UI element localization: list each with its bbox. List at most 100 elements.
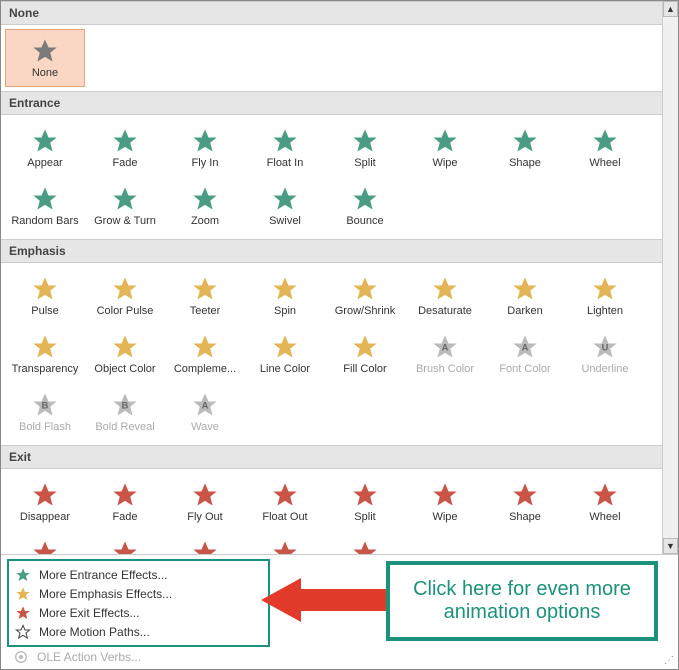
- anim-none-none[interactable]: None: [5, 29, 85, 87]
- anim-label: Transparency: [12, 363, 79, 375]
- anim-exit-wipe[interactable]: Wipe: [405, 473, 485, 531]
- anim-exit-wheel[interactable]: Wheel: [565, 473, 645, 531]
- star-icon: [271, 185, 299, 213]
- anim-entrance-zoom[interactable]: Zoom: [165, 177, 245, 235]
- scroll-down-button[interactable]: ▼: [663, 538, 678, 554]
- anim-entrance-split[interactable]: Split: [325, 119, 405, 177]
- anim-emphasis-grow-shrink[interactable]: Grow/Shrink: [325, 267, 405, 325]
- anim-exit-disappear[interactable]: Disappear: [5, 473, 85, 531]
- anim-exit-bounce[interactable]: Bounce: [325, 531, 405, 554]
- anim-exit-shrink-turn[interactable]: Shrink & Tu...: [85, 531, 165, 554]
- anim-exit-shape[interactable]: Shape: [485, 473, 565, 531]
- anim-emphasis-teeter[interactable]: Teeter: [165, 267, 245, 325]
- anim-emphasis-bold-flash[interactable]: BBold Flash: [5, 383, 85, 441]
- anim-label: Desaturate: [418, 305, 472, 317]
- anim-emphasis-fill-color[interactable]: Fill Color: [325, 325, 405, 383]
- section-header-entrance: Entrance: [1, 91, 662, 115]
- star-icon: [191, 539, 219, 554]
- anim-entrance-random-bars[interactable]: Random Bars: [5, 177, 85, 235]
- more-emphasis-label: More Emphasis Effects...: [39, 587, 172, 601]
- anim-label: Fade: [112, 157, 137, 169]
- star-icon: [351, 539, 379, 554]
- anim-exit-zoom[interactable]: Zoom: [165, 531, 245, 554]
- star-icon: A: [431, 333, 459, 361]
- anim-exit-random-bars[interactable]: Random Bars: [5, 531, 85, 554]
- anim-entrance-fly-in[interactable]: Fly In: [165, 119, 245, 177]
- anim-label: Compleme...: [174, 363, 236, 375]
- scroll-up-button[interactable]: ▲: [663, 1, 678, 17]
- anim-emphasis-desaturate[interactable]: Desaturate: [405, 267, 485, 325]
- star-icon: [271, 127, 299, 155]
- anim-exit-float-out[interactable]: Float Out: [245, 473, 325, 531]
- more-exit-effects[interactable]: More Exit Effects...: [15, 604, 262, 622]
- anim-emphasis-lighten[interactable]: Lighten: [565, 267, 645, 325]
- anim-label: Bounce: [346, 215, 383, 227]
- svg-text:A: A: [522, 343, 529, 353]
- anim-label: Grow/Shrink: [335, 305, 396, 317]
- anim-emphasis-underline[interactable]: UUnderline: [565, 325, 645, 383]
- star-icon: [351, 275, 379, 303]
- anim-label: Bold Flash: [19, 421, 71, 433]
- more-motion-label: More Motion Paths...: [39, 625, 150, 639]
- star-icon: [591, 127, 619, 155]
- anim-exit-split[interactable]: Split: [325, 473, 405, 531]
- star-icon: [271, 539, 299, 554]
- anim-label: Split: [354, 157, 375, 169]
- star-icon: [31, 333, 59, 361]
- anim-entrance-shape[interactable]: Shape: [485, 119, 565, 177]
- anim-emphasis-color-pulse[interactable]: Color Pulse: [85, 267, 165, 325]
- anim-entrance-appear[interactable]: Appear: [5, 119, 85, 177]
- more-entrance-label: More Entrance Effects...: [39, 568, 168, 582]
- more-entrance-effects[interactable]: More Entrance Effects...: [15, 566, 262, 584]
- star-icon: [191, 127, 219, 155]
- anim-label: Lighten: [587, 305, 623, 317]
- anim-exit-fade[interactable]: Fade: [85, 473, 165, 531]
- anim-label: Fly In: [192, 157, 219, 169]
- more-motion-paths[interactable]: More Motion Paths...: [15, 623, 262, 641]
- anim-emphasis-wave[interactable]: AWave: [165, 383, 245, 441]
- star-icon: [31, 481, 59, 509]
- star-icon: [511, 481, 539, 509]
- star-icon: [111, 275, 139, 303]
- anim-emphasis-brush-color[interactable]: A Brush Color: [405, 325, 485, 383]
- anim-label: Random Bars: [11, 215, 78, 227]
- section-header-none: None: [1, 1, 662, 25]
- star-icon: [431, 127, 459, 155]
- star-icon: [431, 275, 459, 303]
- anim-entrance-wipe[interactable]: Wipe: [405, 119, 485, 177]
- anim-emphasis-font-color[interactable]: AFont Color: [485, 325, 565, 383]
- anim-emphasis-spin[interactable]: Spin: [245, 267, 325, 325]
- anim-emphasis-bold-reveal[interactable]: BBold Reveal: [85, 383, 165, 441]
- anim-exit-fly-out[interactable]: Fly Out: [165, 473, 245, 531]
- anim-entrance-bounce[interactable]: Bounce: [325, 177, 405, 235]
- anim-label: Object Color: [94, 363, 155, 375]
- anim-entrance-wheel[interactable]: Wheel: [565, 119, 645, 177]
- anim-emphasis-object-color[interactable]: Object Color: [85, 325, 165, 383]
- anim-entrance-swivel[interactable]: Swivel: [245, 177, 325, 235]
- anim-entrance-float-in[interactable]: Float In: [245, 119, 325, 177]
- resize-grip-icon[interactable]: ⋰: [664, 655, 676, 667]
- anim-entrance-fade[interactable]: Fade: [85, 119, 165, 177]
- anim-entrance-grow-turn[interactable]: Grow & Turn: [85, 177, 165, 235]
- anim-label: Swivel: [269, 215, 301, 227]
- anim-emphasis-compleme[interactable]: Compleme...: [165, 325, 245, 383]
- star-icon: [191, 333, 219, 361]
- anim-emphasis-transparency[interactable]: Transparency: [5, 325, 85, 383]
- anim-exit-swivel[interactable]: Swivel: [245, 531, 325, 554]
- star-icon: [511, 275, 539, 303]
- star-icon: [31, 185, 59, 213]
- more-emphasis-effects[interactable]: More Emphasis Effects...: [15, 585, 262, 603]
- star-icon: [111, 185, 139, 213]
- star-icon: [351, 127, 379, 155]
- star-icon: [31, 539, 59, 554]
- anim-label: Appear: [27, 157, 62, 169]
- callout-arrow-icon: [261, 573, 391, 627]
- anim-emphasis-line-color[interactable]: Line Color: [245, 325, 325, 383]
- star-icon: [111, 333, 139, 361]
- star-icon: [271, 275, 299, 303]
- section-grid-emphasis: PulseColor PulseTeeterSpin Grow/Shrink Des…: [1, 263, 662, 445]
- anim-label: Brush Color: [416, 363, 474, 375]
- anim-emphasis-darken[interactable]: Darken: [485, 267, 565, 325]
- anim-emphasis-pulse[interactable]: Pulse: [5, 267, 85, 325]
- vertical-scrollbar[interactable]: ▲ ▼: [662, 1, 678, 554]
